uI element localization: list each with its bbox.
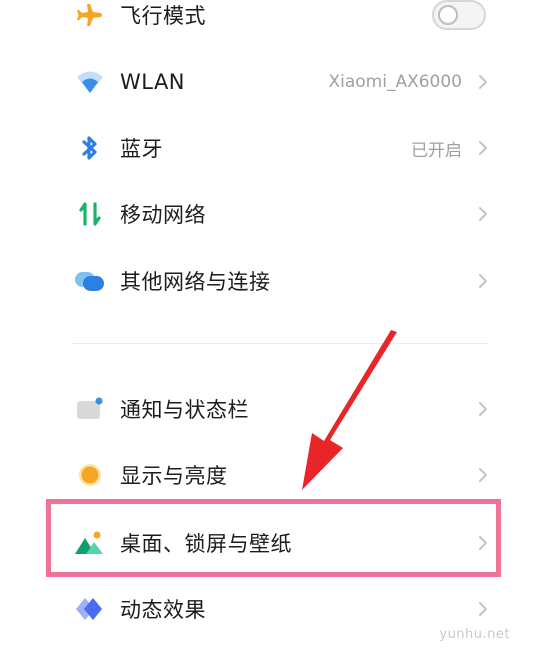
connections-icon <box>74 265 106 297</box>
bluetooth-value: 已开启 <box>411 140 462 161</box>
airplane-mode-label: 飞行模式 <box>120 4 206 28</box>
chevron-right-icon <box>479 207 487 221</box>
airplane-mode-toggle[interactable] <box>432 0 486 30</box>
wifi-icon <box>74 66 106 98</box>
toggle-knob <box>438 5 458 25</box>
chevron-right-icon <box>479 141 487 155</box>
bluetooth-icon <box>74 132 106 164</box>
other-network-label: 其他网络与连接 <box>120 270 271 294</box>
animation-label: 动态效果 <box>120 598 206 622</box>
section-divider <box>72 343 488 344</box>
airplane-mode-row[interactable]: 飞行模式 <box>0 0 552 48</box>
animation-icon <box>74 593 106 625</box>
watermark-text: yunhu.net <box>439 627 510 642</box>
bluetooth-label: 蓝牙 <box>120 137 163 161</box>
airplane-icon <box>74 0 106 31</box>
mobile-network-label: 移动网络 <box>120 203 206 227</box>
chevron-right-icon <box>479 402 487 416</box>
chevron-right-icon <box>479 274 487 288</box>
chevron-right-icon <box>479 602 487 616</box>
display-icon <box>74 459 106 491</box>
other-network-row[interactable]: 其他网络与连接 <box>0 248 552 314</box>
bluetooth-row[interactable]: 蓝牙 已开启 <box>0 115 552 181</box>
notification-icon <box>74 393 106 425</box>
settings-screen: 飞行模式 WLAN Xiaomi_AX6000 蓝牙 已开启 移动网络 其他网络… <box>0 0 552 654</box>
mobile-network-row[interactable]: 移动网络 <box>0 181 552 247</box>
notifications-label: 通知与状态栏 <box>120 398 249 422</box>
chevron-right-icon <box>479 468 487 482</box>
mobile-data-icon <box>74 198 106 230</box>
display-label: 显示与亮度 <box>120 464 228 488</box>
highlight-box <box>46 499 501 577</box>
chevron-right-icon <box>479 75 487 89</box>
notifications-row[interactable]: 通知与状态栏 <box>0 376 552 442</box>
wlan-label: WLAN <box>120 70 186 94</box>
wlan-row[interactable]: WLAN Xiaomi_AX6000 <box>0 49 552 115</box>
wlan-value: Xiaomi_AX6000 <box>328 72 462 92</box>
